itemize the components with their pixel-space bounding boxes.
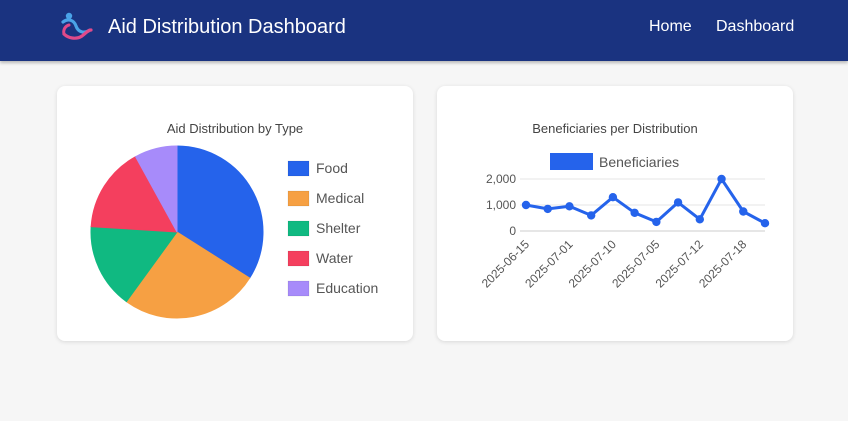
legend-label-food: Food	[316, 160, 348, 176]
legend-swatch-education	[287, 280, 310, 297]
beneficiaries-data-point[interactable]	[586, 211, 596, 220]
beneficiaries-data-point[interactable]	[543, 204, 552, 214]
x-tick-label: 2025-07-18	[696, 237, 750, 291]
legend-swatch-water	[287, 250, 310, 267]
line-legend-swatch	[550, 153, 593, 170]
legend-swatch-food	[287, 160, 310, 177]
people-hands-logo-icon	[61, 12, 93, 40]
beneficiaries-data-point[interactable]	[673, 198, 683, 207]
legend-swatch-shelter	[287, 220, 310, 237]
line-chart-title: Beneficiaries per Distribution	[532, 121, 697, 136]
beneficiaries-data-point[interactable]	[630, 208, 639, 217]
app-title: Aid Distribution Dashboard	[108, 16, 346, 38]
top-navbar: Aid Distribution Dashboard Home Dashboar…	[0, 0, 848, 61]
beneficiaries-per-distribution-card: Beneficiaries per Distribution Beneficia…	[437, 86, 793, 341]
beneficiaries-data-point[interactable]	[760, 219, 770, 228]
beneficiaries-series-line	[525, 177, 766, 225]
legend-label-water: Water	[316, 250, 353, 266]
beneficiaries-data-point[interactable]	[717, 174, 726, 184]
beneficiaries-data-point[interactable]	[652, 217, 661, 227]
beneficiaries-data-point[interactable]	[565, 202, 574, 211]
beneficiaries-data-point[interactable]	[521, 200, 531, 210]
y-tick-label: 2,000	[486, 172, 516, 186]
aid-distribution-by-type-card: Aid Distribution by Type Food Medical Shel…	[57, 86, 413, 341]
line-chart: Beneficiaries per Distribution Beneficia…	[479, 121, 770, 291]
pie-chart: Aid Distribution by Type Food Medical Shel…	[90, 121, 378, 319]
nav-home-link[interactable]: Home	[649, 17, 692, 37]
legend-label-education: Education	[316, 280, 378, 296]
beneficiaries-data-point[interactable]	[695, 215, 705, 224]
y-tick-label: 1,000	[486, 198, 516, 212]
legend-label-shelter: Shelter	[316, 220, 361, 236]
nav-dashboard-link[interactable]: Dashboard	[716, 17, 794, 37]
beneficiaries-data-point[interactable]	[608, 193, 618, 202]
legend-label-medical: Medical	[316, 190, 364, 206]
y-tick-label: 0	[509, 224, 516, 238]
beneficiaries-data-point[interactable]	[739, 207, 748, 216]
legend-swatch-medical	[287, 190, 310, 207]
pie-chart-title: Aid Distribution by Type	[167, 121, 303, 136]
line-legend-label: Beneficiaries	[599, 154, 679, 170]
